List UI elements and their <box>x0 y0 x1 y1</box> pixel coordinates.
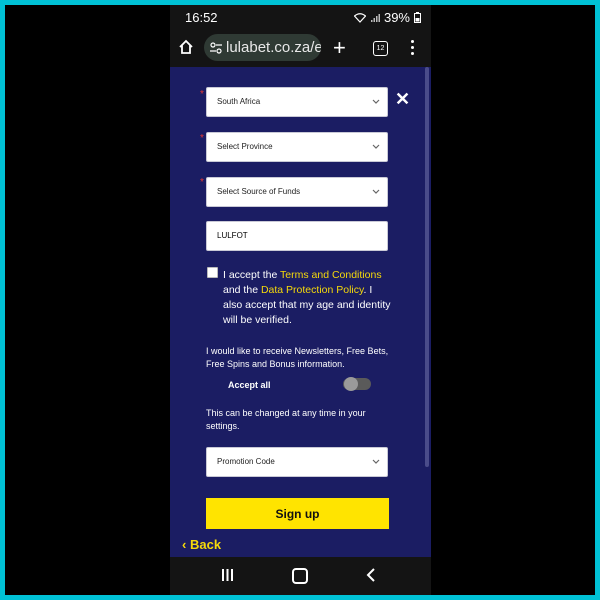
country-select[interactable]: South Africa <box>206 87 388 117</box>
required-marker: * <box>200 177 204 188</box>
status-right: 39% <box>353 10 421 25</box>
signup-button[interactable]: Sign up <box>206 498 389 529</box>
source-of-funds-select-value: Select Source of Funds <box>217 187 301 196</box>
source-of-funds-select[interactable]: Select Source of Funds <box>206 177 388 207</box>
battery-icon <box>414 12 421 23</box>
signal-icon <box>370 13 380 22</box>
browser-toolbar: lulabet.co.za/e| + 12 <box>170 30 431 67</box>
back-link[interactable]: ‹ Back <box>182 537 221 552</box>
status-time: 16:52 <box>185 10 218 25</box>
promotion-code-value: Promotion Code <box>217 457 275 466</box>
back-label: Back <box>189 537 222 552</box>
chevron-down-icon <box>372 459 380 464</box>
terms-link[interactable]: Terms and Conditions <box>280 269 382 281</box>
text-input[interactable]: LULFOT <box>206 221 388 251</box>
plus-icon[interactable]: + <box>333 37 346 59</box>
newsletter-text: I would like to receive Newsletters, Fre… <box>206 346 389 369</box>
settings-note: This can be changed at any time in your … <box>206 408 366 431</box>
country-select-value: South Africa <box>217 97 261 106</box>
terms-middle: and the <box>223 284 261 296</box>
status-bar: 16:52 39% <box>170 5 431 30</box>
url-text: lulabet.co.za/e| <box>226 39 321 56</box>
recents-icon[interactable] <box>221 568 234 582</box>
toggle-knob <box>344 377 358 391</box>
close-icon[interactable]: ✕ <box>395 89 410 110</box>
menu-icon[interactable] <box>411 40 415 58</box>
accept-all-label: Accept all <box>228 380 271 390</box>
terms-prefix: I accept the <box>223 269 281 281</box>
chevron-left-icon: ‹ <box>182 537 187 552</box>
scrollbar[interactable] <box>425 67 429 467</box>
terms-checkbox[interactable] <box>207 267 218 278</box>
system-nav-bar <box>170 557 431 595</box>
address-bar[interactable]: lulabet.co.za/e| <box>204 34 321 61</box>
home-icon[interactable] <box>178 39 194 55</box>
required-marker: * <box>200 133 204 144</box>
promotion-code-select[interactable]: Promotion Code <box>206 447 388 477</box>
chevron-down-icon <box>372 189 380 194</box>
accept-all-toggle[interactable] <box>343 377 371 391</box>
policy-link[interactable]: Data Protection Policy <box>261 284 364 296</box>
required-marker: * <box>200 89 204 100</box>
province-select[interactable]: Select Province <box>206 132 388 162</box>
chevron-down-icon <box>372 144 380 149</box>
phone-screen: 16:52 39% lulabet.co.za/e| + 12 ✕ * Sout… <box>170 5 431 595</box>
terms-text: I accept the Terms and Conditions and th… <box>223 268 393 328</box>
home-nav-icon[interactable] <box>292 568 308 584</box>
text-input-value: LULFOT <box>217 231 248 240</box>
battery-percent: 39% <box>383 10 410 25</box>
province-select-value: Select Province <box>217 142 273 151</box>
tune-icon[interactable] <box>210 41 222 54</box>
wifi-icon <box>353 12 366 23</box>
tabs-icon[interactable]: 12 <box>373 41 388 56</box>
chevron-down-icon <box>372 99 380 104</box>
back-nav-icon[interactable] <box>366 567 376 583</box>
